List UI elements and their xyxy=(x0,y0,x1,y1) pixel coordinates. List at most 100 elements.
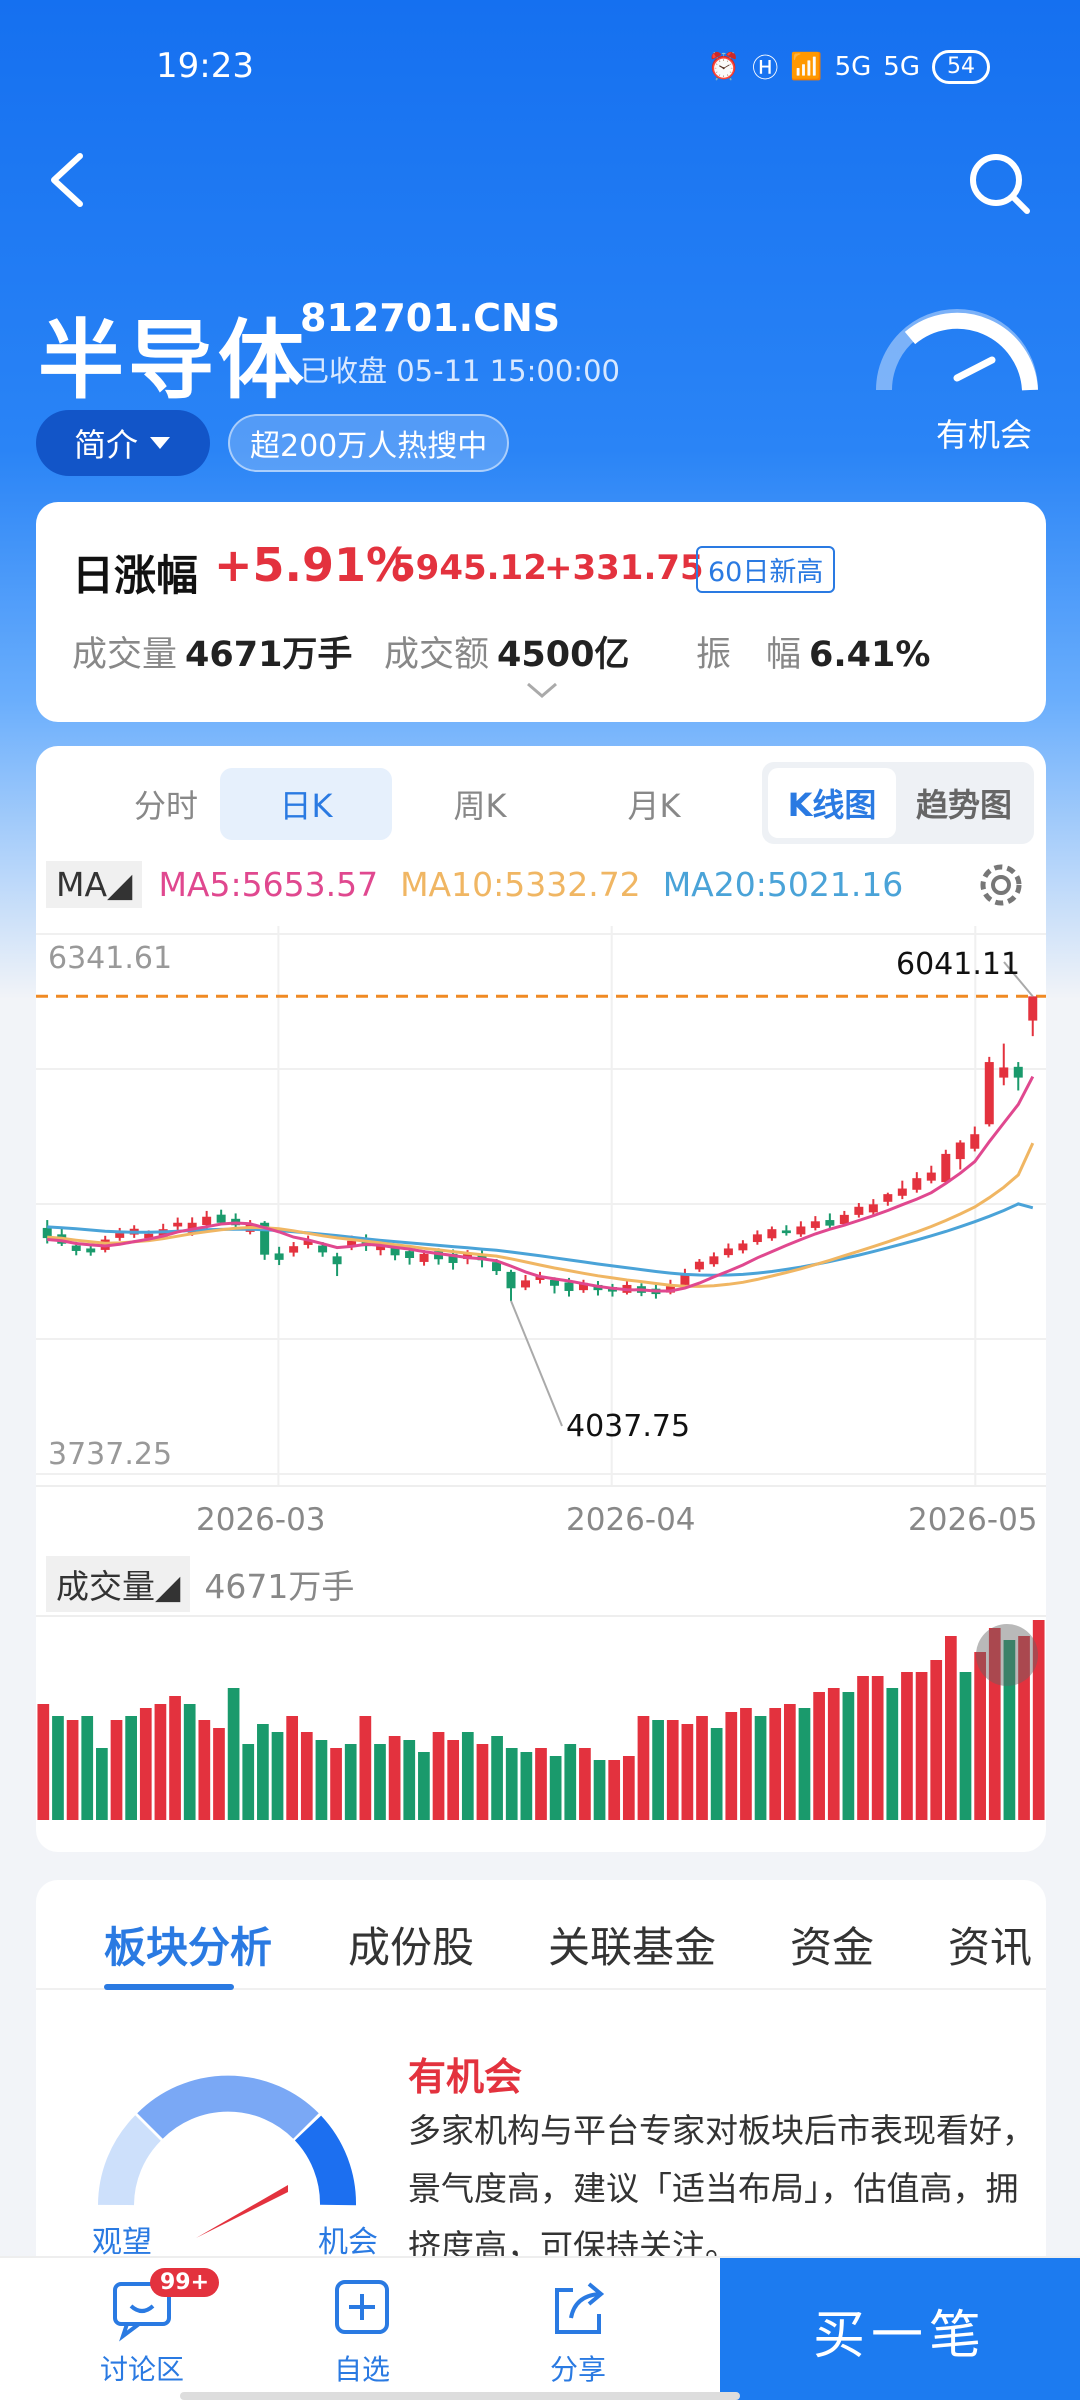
candle-body xyxy=(694,1261,704,1270)
tab-kline[interactable]: K线图 xyxy=(768,768,896,838)
candle-body xyxy=(796,1226,806,1235)
y-axis-bottom-label: 3737.25 xyxy=(48,1437,172,1472)
tab-news[interactable]: 资讯 xyxy=(948,1914,1032,1975)
tab-weekly-k[interactable]: 周K xyxy=(394,768,566,840)
intro-button[interactable]: 简介 xyxy=(36,410,210,476)
volume-bar xyxy=(769,1708,782,1820)
amount-stat: 成交额 4500亿 xyxy=(384,626,629,677)
volume-bar xyxy=(593,1760,606,1820)
ma10-value: MA10:5332.72 xyxy=(400,864,641,904)
x-tick-apr: 2026-04 xyxy=(566,1502,696,1538)
network-5g-1: 5G xyxy=(834,51,872,82)
candlestick-chart[interactable]: 6341.61 3737.25 6041.11 4037.75 2026-03 … xyxy=(36,926,1046,1546)
tab-related-funds[interactable]: 关联基金 xyxy=(548,1914,716,1975)
volume-bar xyxy=(505,1748,518,1820)
candle-body xyxy=(419,1253,429,1262)
candle-body xyxy=(680,1275,690,1285)
nav-share[interactable]: 分享 xyxy=(508,2276,648,2388)
volume-bar xyxy=(242,1744,255,1820)
tab-sector-analysis[interactable]: 板块分析 xyxy=(104,1914,272,1975)
buy-button[interactable]: 买一笔 xyxy=(720,2258,1080,2400)
volume-bar xyxy=(169,1696,181,1820)
volume-bars-group xyxy=(37,1620,1045,1820)
candle-body xyxy=(115,1233,125,1238)
amplitude-label: 振 幅 xyxy=(696,635,802,675)
candle-body xyxy=(1013,1066,1023,1078)
volume-bar-chart[interactable] xyxy=(36,1606,1046,1826)
closed-time: 05-11 15:00:00 xyxy=(396,354,620,388)
x-tick-mar: 2026-03 xyxy=(196,1502,326,1538)
search-icon[interactable] xyxy=(966,150,1032,216)
nav-discussion[interactable]: 讨论区 99+ xyxy=(72,2268,220,2388)
volume-bar xyxy=(330,1748,342,1820)
volume-bar xyxy=(125,1716,137,1820)
volume-bar xyxy=(813,1692,825,1820)
tab-daily-k[interactable]: 日K xyxy=(220,768,392,840)
volume-bar xyxy=(725,1712,738,1820)
volume-bar xyxy=(418,1752,430,1820)
gear-icon[interactable] xyxy=(972,856,1030,914)
ma20-value: MA20:5021.16 xyxy=(662,864,904,904)
status-icons: ⏰ Ⓗ 📶 5G 5G 54 xyxy=(708,48,990,85)
analysis-text: 多家机构与平台专家对板块后市表现看好，景气度高，建议「适当布局」，估值高，拥挤度… xyxy=(408,2111,1035,2266)
ma10-line xyxy=(47,1142,1035,1288)
volume-bar xyxy=(476,1744,489,1820)
volume-bar xyxy=(52,1716,64,1820)
candle-body xyxy=(318,1245,328,1253)
status-time: 19:23 xyxy=(156,46,254,86)
tab-monthly-k[interactable]: 月K xyxy=(568,768,740,840)
volume-bar xyxy=(110,1720,123,1820)
volume-bar xyxy=(666,1720,679,1820)
tab-trend[interactable]: 趋势图 xyxy=(900,768,1028,838)
volume-bar xyxy=(81,1716,94,1820)
sentiment-gauge: 观望 机会 xyxy=(92,2075,378,2260)
low-annotation: 4037.75 xyxy=(566,1409,690,1444)
ma5-value: MA5:5653.57 xyxy=(158,864,379,904)
volume-bar xyxy=(959,1672,972,1820)
sentiment-label[interactable]: 有机会 xyxy=(936,410,1032,456)
volume-bar xyxy=(886,1688,899,1820)
back-arrow-icon[interactable] xyxy=(40,150,100,210)
volume-bar xyxy=(930,1660,943,1820)
candle-body xyxy=(955,1142,965,1160)
volume-bar xyxy=(139,1708,152,1820)
volume-bar xyxy=(710,1728,723,1820)
wifi-icon: 📶 xyxy=(790,51,823,82)
amount-label: 成交额 xyxy=(384,635,490,675)
hot-search-tag[interactable]: 超200万人热搜中 xyxy=(228,414,510,472)
candle-body xyxy=(781,1230,791,1234)
chart-card: 分时 日K 周K 月K K线图 趋势图 MA◢ MA5:5653.57 MA10… xyxy=(36,746,1046,1852)
volume-bar xyxy=(754,1716,767,1820)
volume-bar xyxy=(783,1704,796,1820)
nav-watchlist-label: 自选 xyxy=(333,2353,390,2386)
chevron-down-icon[interactable] xyxy=(524,680,560,702)
candle-body xyxy=(709,1256,719,1265)
tab-constituents[interactable]: 成份股 xyxy=(348,1914,474,1975)
volume-toggle[interactable]: 成交量◢ xyxy=(46,1556,191,1612)
analysis-title: 有机会 xyxy=(408,2055,523,2099)
ma-toggle[interactable]: MA◢ xyxy=(46,860,143,908)
expand-icon[interactable] xyxy=(976,1624,1038,1686)
volume-bar xyxy=(857,1676,869,1820)
volume-bar xyxy=(257,1724,269,1820)
sentiment-gauge-icon[interactable] xyxy=(872,298,1042,398)
tab-capital[interactable]: 资金 xyxy=(790,1914,874,1975)
candle-body xyxy=(86,1248,96,1253)
amplitude-value: 6.41% xyxy=(809,635,931,675)
candle-body xyxy=(173,1222,183,1227)
chart-grid xyxy=(36,926,1046,1486)
high-annotation: 6041.11 xyxy=(896,947,1020,982)
volume-bar xyxy=(652,1720,664,1820)
candle-body xyxy=(767,1229,777,1239)
candle-body xyxy=(912,1178,922,1190)
volume-bar xyxy=(871,1676,884,1820)
candle-body xyxy=(810,1221,820,1228)
candle-body xyxy=(984,1062,994,1125)
alarm-icon: ⏰ xyxy=(707,51,741,82)
volume-bar xyxy=(300,1732,313,1820)
volume-bar xyxy=(432,1732,445,1820)
volume-legend-value: 4671万手 xyxy=(204,1567,355,1606)
nav-watchlist[interactable]: 自选 xyxy=(292,2276,432,2388)
volume-bar xyxy=(842,1692,855,1820)
volume-bar xyxy=(271,1732,284,1820)
